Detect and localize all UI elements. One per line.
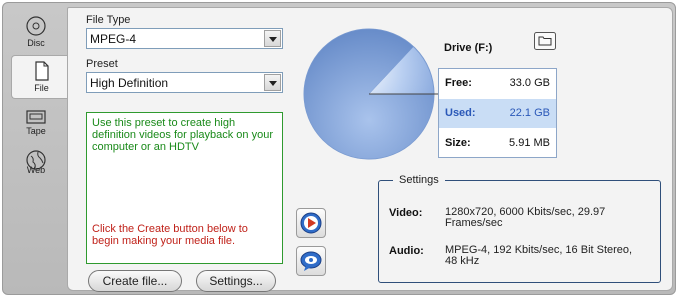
settings-group: Settings Video: 1280x720, 6000 Kbits/sec… (378, 174, 661, 283)
preset-description: Use this preset to create high definitio… (86, 112, 283, 264)
chevron-down-icon[interactable] (264, 30, 281, 47)
description-text: Use this preset to create high definitio… (92, 117, 273, 153)
drive-size-row: Size: 5.91 MB (439, 129, 556, 158)
video-label: Video: (389, 207, 423, 219)
audio-label: Audio: (389, 245, 424, 257)
settings-legend: Settings (393, 174, 445, 186)
sidebar-item-label: Tape (26, 126, 46, 136)
audio-value: MPEG-4, 192 Kbits/sec, 16 Bit Stereo, 48… (445, 244, 633, 267)
disk-usage-pie (303, 28, 438, 160)
folder-icon (534, 32, 556, 50)
file-output-panel: File Type MPEG-4 Preset High Definition … (67, 7, 673, 292)
settings-button[interactable]: Settings... (196, 270, 276, 292)
play-icon (300, 212, 322, 234)
file-type-value: MPEG-4 (90, 32, 137, 46)
sidebar-item-file[interactable]: File (11, 55, 71, 99)
sidebar-item-disc[interactable]: Disc (7, 11, 65, 55)
speech-bubble-icon (300, 251, 322, 271)
app-frame: Disc File Tape Web File Type MPEG-4 Pres… (2, 2, 676, 295)
drive-size-value: 5.91 MB (509, 137, 550, 149)
sidebar-item-tape[interactable]: Tape (7, 105, 65, 149)
drive-used-value: 22.1 GB (509, 107, 550, 119)
disc-icon (26, 16, 46, 36)
sidebar-item-web[interactable]: Web (7, 145, 65, 189)
sidebar-item-label: Disc (27, 38, 45, 48)
preset-label: Preset (86, 58, 118, 70)
preset-select[interactable]: High Definition (86, 72, 283, 93)
drive-free-label: Free: (445, 77, 472, 89)
create-hint: Click the Create button below to begin m… (92, 223, 248, 247)
drive-title: Drive (F:) (444, 42, 493, 54)
preset-value: High Definition (90, 76, 169, 90)
video-value: 1280x720, 6000 Kbits/sec, 29.97 Frames/s… (445, 206, 606, 229)
sidebar: Disc File Tape Web (7, 9, 71, 289)
sidebar-item-label: File (34, 83, 49, 93)
chevron-down-icon[interactable] (264, 74, 281, 91)
browse-folder-button[interactable] (534, 32, 556, 50)
drive-used-label: Used: (445, 107, 476, 119)
create-file-button[interactable]: Create file... (88, 270, 182, 292)
file-icon (34, 61, 49, 81)
sidebar-item-label: Web (26, 165, 46, 175)
drive-free-row: Free: 33.0 GB (439, 69, 556, 98)
file-type-select[interactable]: MPEG-4 (86, 28, 283, 49)
play-button[interactable] (296, 208, 326, 238)
drive-info-box: Free: 33.0 GB Used: 22.1 GB Size: 5.91 M… (438, 68, 557, 158)
feedback-button[interactable] (296, 246, 326, 276)
drive-size-label: Size: (445, 137, 471, 149)
tape-icon (26, 110, 46, 124)
drive-free-value: 33.0 GB (509, 77, 550, 89)
file-type-label: File Type (86, 14, 131, 26)
drive-used-row: Used: 22.1 GB (439, 99, 556, 128)
